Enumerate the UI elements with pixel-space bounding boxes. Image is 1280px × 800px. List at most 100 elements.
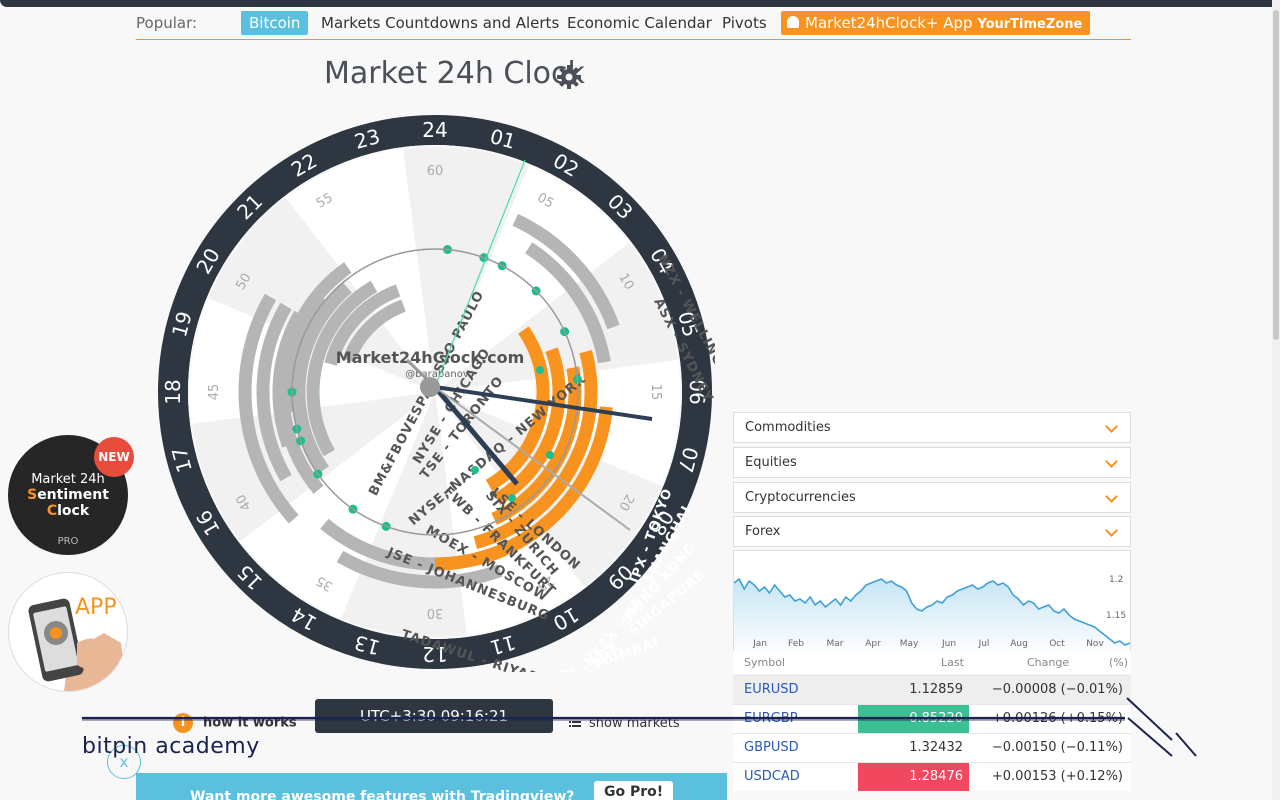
row-last: 0.85220 — [858, 705, 969, 733]
market-dot — [546, 451, 554, 459]
hour-label: 18 — [161, 379, 185, 404]
header-change: Change — [1027, 656, 1070, 669]
x-tick: Aug — [1010, 639, 1028, 649]
app-promo[interactable]: APP — [8, 572, 128, 692]
chevron-down-icon — [1105, 524, 1118, 537]
watermark-line — [1175, 732, 1197, 757]
forex-sparkline: Jan Feb Mar Apr May Jun Jul Aug Oct Nov 1.2 1.15 — [733, 575, 1131, 651]
chevron-down-icon — [1105, 420, 1118, 433]
row-last: 1.28476 — [858, 763, 969, 791]
x-tick: Jan — [752, 639, 767, 649]
row-change: −0.00008 (−0.01%) — [991, 682, 1123, 697]
phone-in-hand-icon — [28, 598, 127, 691]
tradingview-banner[interactable]: Want more awesome features with Tradingv… — [136, 773, 727, 800]
accordion-label: Cryptocurrencies — [745, 490, 856, 505]
sentiment-line2: Sentiment — [8, 487, 128, 503]
minute-label: 60 — [427, 164, 444, 179]
sentiment-clock-promo[interactable]: NEW Market 24h Sentiment Clock PRO — [8, 435, 134, 555]
how-it-works-label: how it works — [203, 715, 297, 731]
nav-economic-calendar[interactable]: Economic Calendar — [567, 14, 712, 32]
top-bar — [0, 0, 1280, 7]
sentiment-line1: Market 24h — [31, 472, 105, 487]
pro-label: PRO — [57, 536, 79, 547]
minute-label: 15 — [648, 384, 663, 401]
new-badge: NEW — [94, 437, 134, 477]
x-tick: Jul — [978, 639, 990, 649]
x-tick: Apr — [865, 639, 881, 649]
row-symbol[interactable]: EURGBP — [744, 711, 798, 726]
sentiment-line3: Clock — [8, 503, 128, 519]
scrollbar[interactable] — [1272, 0, 1280, 800]
row-symbol[interactable]: EURUSD — [744, 682, 799, 697]
row-last: 1.12859 — [858, 676, 969, 704]
accordion-cryptocurrencies[interactable]: Cryptocurrencies — [733, 482, 1131, 513]
row-change: +0.00153 (+0.12%) — [991, 769, 1123, 784]
market-dot — [471, 466, 479, 474]
row-last-value: 1.32432 — [909, 740, 963, 755]
row-change: +0.00126 (+0.15%) — [991, 711, 1123, 726]
watermark-line — [1127, 717, 1173, 757]
page-title: Market 24h Clock — [324, 56, 585, 91]
market-clock: 24 01020304050607080910111213141516171819… — [158, 115, 715, 672]
row-change: −0.00150 (−0.11%) — [991, 740, 1123, 755]
scrollbar-thumb[interactable] — [1273, 10, 1279, 340]
y-tick: 1.2 — [1109, 575, 1123, 585]
accordion-commodities[interactable]: Commodities — [733, 412, 1131, 443]
x-tick: Feb — [788, 639, 804, 649]
x-tick: Nov — [1086, 639, 1104, 649]
row-last: 1.32432 — [858, 734, 969, 762]
row-last-value: 1.12859 — [909, 682, 963, 697]
accordion-label: Equities — [745, 455, 797, 470]
forex-table-header: Symbol Last Change (%) — [733, 652, 1131, 674]
clock-brand: Market24hClock.com — [336, 348, 525, 367]
minute-label: 45 — [207, 384, 222, 401]
clock-initial: C — [46, 503, 58, 519]
row-last-value: 0.85220 — [909, 711, 963, 726]
popular-label: Popular: — [136, 14, 198, 32]
clock-word: lock — [57, 503, 90, 519]
how-it-works-link[interactable]: i how it works — [173, 713, 297, 733]
clock-center — [420, 377, 440, 397]
y-tick: 1.15 — [1106, 611, 1126, 621]
clock-author: @barabanov — [405, 369, 469, 380]
info-icon: i — [173, 713, 193, 733]
x-tick: Oct — [1049, 639, 1065, 649]
show-markets-label: show markets — [589, 716, 680, 731]
table-row[interactable]: EURGBP 0.85220 +0.00126 (+0.15%) — [733, 704, 1131, 733]
sentiment-word: entiment — [37, 487, 109, 503]
nav-countdowns[interactable]: Markets Countdowns and Alerts — [321, 14, 559, 32]
popular-nav: Popular: Bitcoin Markets Countdowns and … — [136, 10, 1131, 40]
tradingview-text: Want more awesome features with Tradingv… — [190, 789, 575, 800]
header-last: Last — [941, 656, 964, 669]
chevron-down-icon — [1105, 490, 1118, 503]
utc-time-display[interactable]: UTC+3:30 09:16:21 — [315, 699, 553, 733]
x-tick: Mar — [827, 639, 844, 649]
market-dot — [536, 366, 544, 374]
list-icon — [569, 716, 581, 731]
accordion-forex[interactable]: Forex — [733, 516, 1131, 547]
table-row[interactable]: GBPUSD 1.32432 −0.00150 (−0.11%) — [733, 733, 1131, 762]
accordion-label: Commodities — [745, 420, 831, 435]
gear-icon[interactable] — [556, 64, 582, 90]
app-promo-label: APP — [75, 595, 117, 620]
bitpin-academy-watermark: bitpin academy — [82, 734, 260, 759]
hour-label: 24 — [422, 118, 447, 142]
row-symbol[interactable]: GBPUSD — [744, 740, 799, 755]
sentiment-initial: S — [27, 487, 38, 503]
row-symbol[interactable]: USDCAD — [744, 769, 800, 784]
nav-pivots[interactable]: Pivots — [722, 14, 767, 32]
forex-mini-chart[interactable]: Jan Feb Mar Apr May Jun Jul Aug Oct Nov 1.2 1.15 — [733, 550, 1131, 651]
table-row[interactable]: EURUSD 1.12859 −0.00008 (−0.01%) — [733, 675, 1131, 704]
table-row[interactable]: USDCAD 1.28476 +0.00153 (+0.12%) — [733, 762, 1131, 791]
nav-bitcoin[interactable]: Bitcoin — [241, 11, 309, 35]
accordion-equities[interactable]: Equities — [733, 447, 1131, 478]
nav-app-button[interactable]: Market24hClock+ App YourTimeZone — [781, 11, 1091, 35]
android-icon — [787, 16, 799, 28]
go-pro-button[interactable]: Go Pro! — [594, 781, 674, 800]
show-markets-link[interactable]: show markets — [569, 716, 680, 731]
app-label: Market24hClock+ App — [805, 14, 973, 32]
header-symbol: Symbol — [744, 656, 785, 669]
market-dot — [508, 494, 516, 502]
x-tick: Jun — [941, 639, 956, 649]
chevron-down-icon — [1105, 455, 1118, 468]
